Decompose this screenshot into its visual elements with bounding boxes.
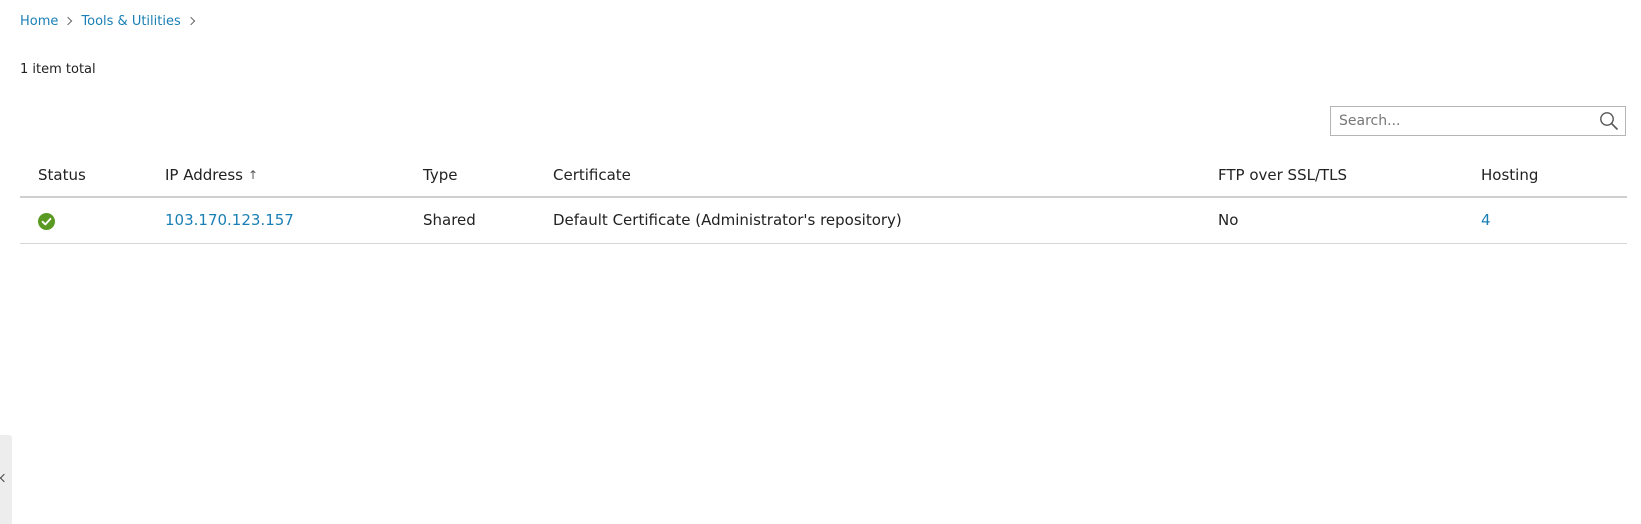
breadcrumb: Home Tools & Utilities	[20, 12, 204, 30]
page: Home Tools & Utilities 1 item total Stat…	[0, 0, 1641, 524]
column-header-certificate[interactable]: Certificate	[553, 166, 631, 184]
sort-ascending-icon: ↑	[247, 168, 259, 182]
sidebar-toggle-button[interactable]	[0, 435, 12, 524]
search-box	[1330, 106, 1626, 136]
search-icon[interactable]	[1599, 111, 1619, 131]
column-header-type[interactable]: Type	[423, 166, 457, 184]
ftp-over-ssl-tls-cell: No	[1218, 211, 1239, 229]
search-input[interactable]	[1331, 107, 1593, 135]
breadcrumb-tools-utilities-link[interactable]: Tools & Utilities	[81, 14, 180, 29]
ip-address-link[interactable]: 103.170.123.157	[165, 211, 294, 229]
chevron-left-icon	[0, 473, 9, 483]
chevron-right-icon	[186, 16, 195, 26]
certificate-cell: Default Certificate (Administrator's rep…	[553, 211, 902, 229]
column-header-hosting[interactable]: Hosting	[1481, 166, 1538, 184]
chevron-right-icon	[64, 16, 73, 26]
check-circle-icon	[38, 213, 55, 230]
ip-addresses-table: Status IP Address ↑ Type Certificate FTP…	[20, 152, 1627, 244]
column-header-label: IP Address	[165, 166, 243, 184]
table-row: 103.170.123.157 Shared Default Certifica…	[20, 198, 1627, 244]
type-cell: Shared	[423, 211, 476, 229]
table-header: Status IP Address ↑ Type Certificate FTP…	[20, 152, 1627, 198]
breadcrumb-home-link[interactable]: Home	[20, 14, 58, 29]
item-total-count: 1 item total	[20, 62, 96, 77]
column-header-ip-address[interactable]: IP Address ↑	[165, 166, 258, 184]
hosting-count-link[interactable]: 4	[1481, 211, 1491, 229]
column-header-ftp-over-ssl-tls[interactable]: FTP over SSL/TLS	[1218, 166, 1347, 184]
column-header-status: Status	[38, 166, 86, 184]
